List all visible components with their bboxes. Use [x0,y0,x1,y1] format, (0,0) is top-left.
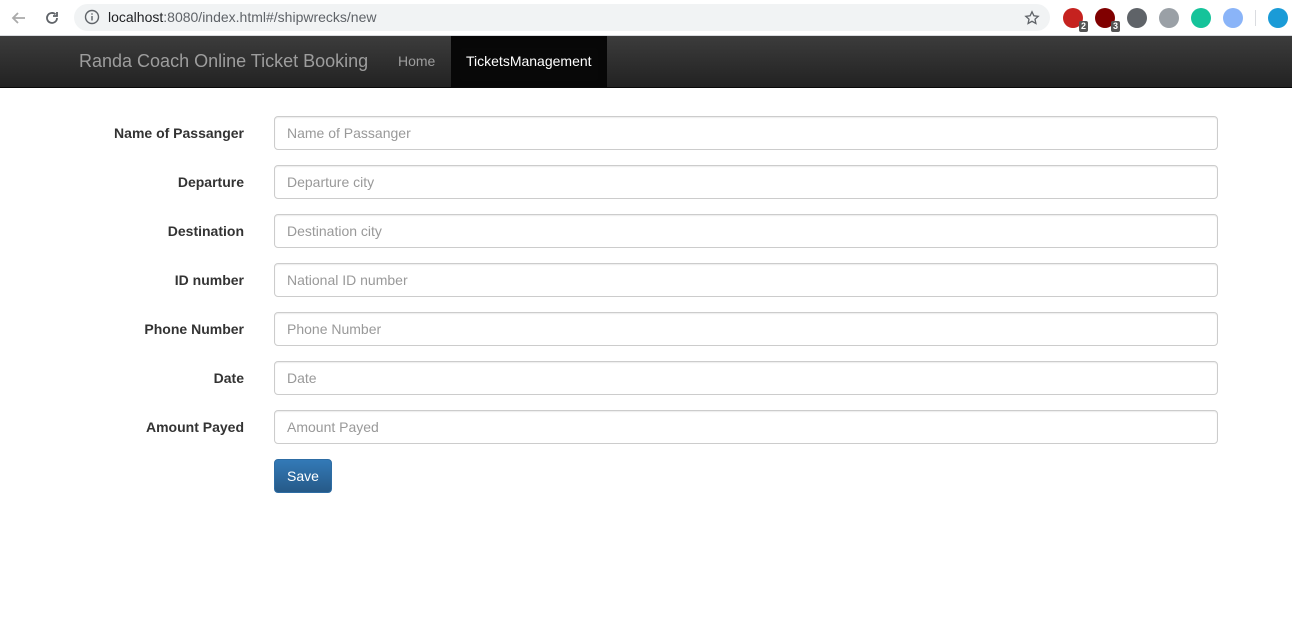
nav-home[interactable]: Home [383,36,450,87]
name-label: Name of Passanger [114,125,244,141]
form-row-destination: Destination [0,214,1292,248]
toolbar-divider [1255,10,1256,26]
address-bar[interactable]: localhost:8080/index.html#/shipwrecks/ne… [74,4,1050,31]
phone-input[interactable] [274,312,1218,346]
back-arrow-icon[interactable] [8,7,30,29]
form-row-phone: Phone Number [0,312,1292,346]
destination-label: Destination [167,223,244,239]
amount-label: Amount Payed [145,419,244,435]
nav-tickets-management[interactable]: TicketsManagement [451,36,607,87]
id-number-input[interactable] [274,263,1218,297]
browser-toolbar: localhost:8080/index.html#/shipwrecks/ne… [0,0,1292,36]
ext-blue-icon[interactable] [1223,8,1243,28]
amount-input[interactable] [274,410,1218,444]
date-input[interactable] [274,361,1218,395]
save-button[interactable]: Save [274,459,332,493]
date-label: Date [213,370,244,386]
form-row-departure: Departure [0,165,1292,199]
departure-label: Departure [177,174,244,190]
site-navbar: Randa Coach Online Ticket Booking Home T… [0,36,1292,88]
ext-red-icon[interactable]: 2 [1063,8,1088,32]
form-row-amount: Amount Payed [0,410,1292,444]
reload-icon[interactable] [41,7,63,29]
destination-input[interactable] [274,214,1218,248]
departure-input[interactable] [274,165,1218,199]
profile-icon[interactable] [1268,8,1288,28]
grammarly-icon[interactable] [1191,8,1211,28]
form-row-name: Name of Passanger [0,116,1292,150]
form-row-id: ID number [0,263,1292,297]
navbar-brand[interactable]: Randa Coach Online Ticket Booking [79,36,368,87]
ext-red-icon-badge: 2 [1078,21,1088,32]
star-icon[interactable] [1022,8,1042,28]
shield-icon[interactable] [1127,8,1147,28]
id-number-label: ID number [174,272,244,288]
ublock-icon[interactable]: 3 [1095,8,1120,32]
info-icon[interactable] [84,9,100,30]
name-input[interactable] [274,116,1218,150]
form-row-date: Date [0,361,1292,395]
globe-icon[interactable] [1159,8,1179,28]
phone-label: Phone Number [144,321,244,337]
ublock-icon-badge: 3 [1110,21,1120,32]
url-text: localhost:8080/index.html#/shipwrecks/ne… [108,9,377,25]
